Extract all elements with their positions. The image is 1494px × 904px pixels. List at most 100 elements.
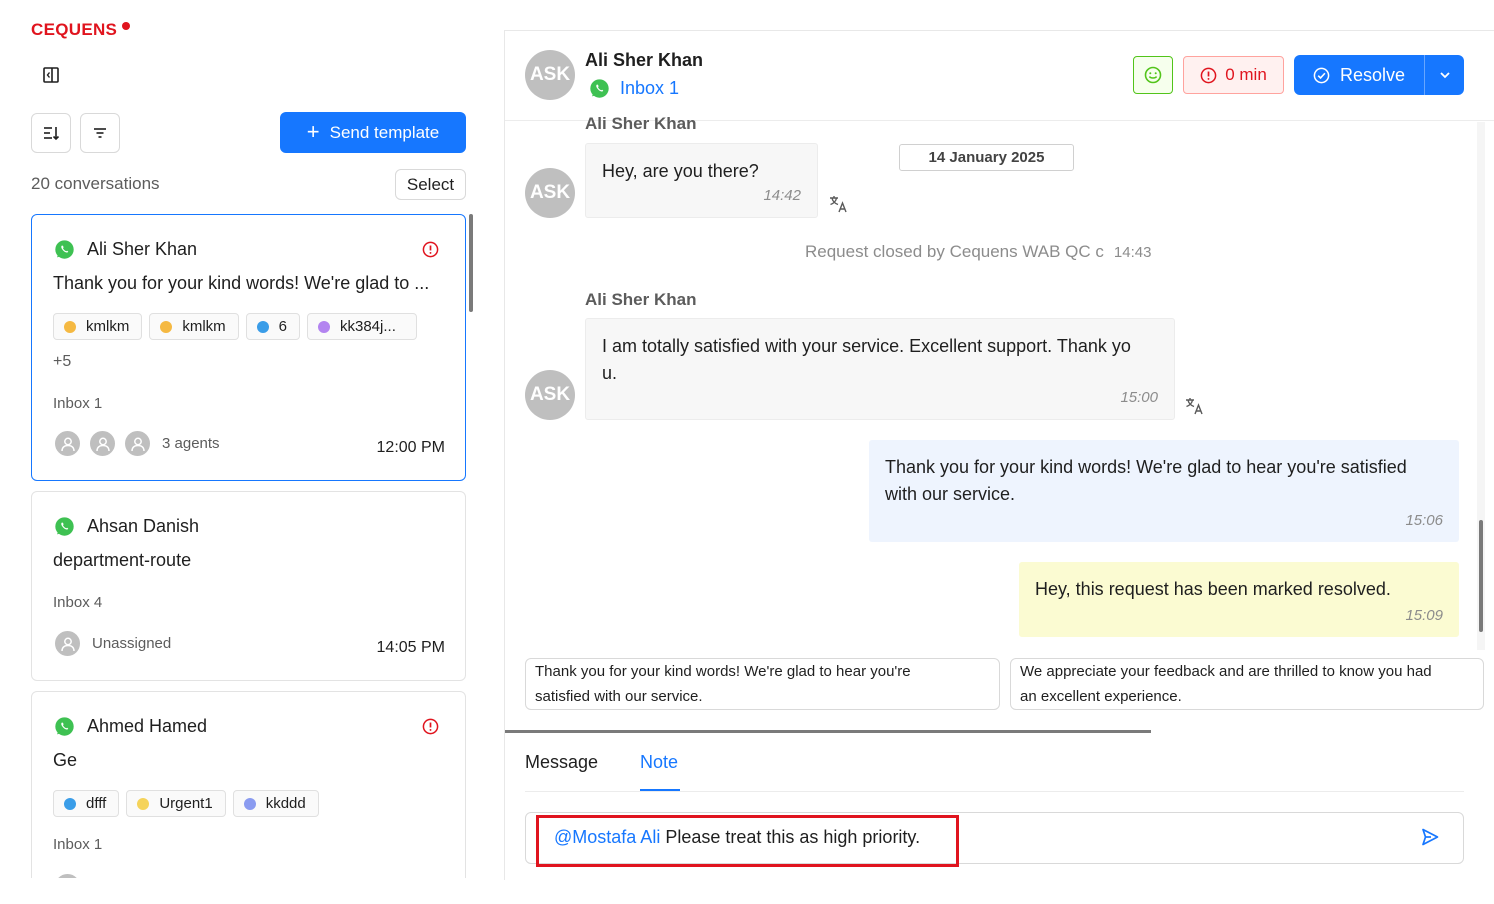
tag-label: Urgent1 [159, 795, 213, 812]
tab-note[interactable]: Note [640, 752, 678, 773]
sla-timer-button[interactable]: 0 min [1183, 56, 1284, 94]
agents-label: 3 agents [162, 435, 220, 452]
message-text: I am totally satisfied with your service… [602, 336, 1131, 383]
sort-button[interactable] [31, 113, 71, 153]
conversation-list: Ali Sher Khan Thank you for your kind wo… [31, 214, 468, 878]
tag-dot [64, 797, 76, 810]
sidebar-toggle-icon[interactable] [42, 66, 60, 84]
sort-icon [44, 127, 60, 141]
user-icon [60, 637, 75, 651]
tag: 6 [245, 313, 300, 340]
tag-label: kmlkm [86, 318, 130, 335]
tag-dot [137, 797, 150, 810]
message-time: 15:09 [1405, 607, 1443, 624]
tab-message[interactable]: Message [525, 752, 598, 773]
smile-icon [1144, 66, 1162, 84]
inbox-label: Inbox 1 [53, 836, 103, 853]
tag-dot [160, 320, 173, 333]
whatsapp-icon [55, 717, 74, 736]
conversation-card[interactable]: Ali Sher Khan Thank you for your kind wo… [31, 214, 466, 481]
suggested-reply[interactable]: We appreciate your feedback and are thri… [1010, 658, 1484, 710]
contact-avatar: ASK [525, 50, 575, 100]
plus-icon: + [306, 118, 320, 144]
note-input[interactable]: @Mostafa Ali Please treat this as high p… [525, 812, 1464, 864]
contact-name: Ali Sher Khan [87, 239, 198, 259]
message-text: Hey, this request has been marked resolv… [1035, 579, 1391, 599]
chat-inbox-label: Inbox 1 [620, 78, 680, 98]
resolve-dropdown-button[interactable] [1425, 55, 1464, 95]
sender-name: Ali Sher Khan [585, 114, 697, 132]
alert-icon [1200, 67, 1217, 83]
check-circle-icon [1313, 67, 1330, 83]
tag: dfff [53, 790, 120, 817]
message-time: 15:06 [1405, 512, 1443, 529]
message-avatar: ASK [525, 168, 575, 218]
message-text: Hey, are you there? [602, 161, 759, 181]
agents-label: Unassigned [92, 635, 172, 652]
tag-label: kmlkm [182, 318, 226, 335]
agent-avatar [53, 429, 82, 458]
user-icon [95, 437, 110, 451]
chat-scrollbar[interactable] [1479, 520, 1483, 632]
send-template-button[interactable]: + Send template [280, 112, 466, 153]
note-input-text: @Mostafa Ali Please treat this as high p… [554, 827, 920, 848]
suggested-reply-text: We appreciate your feedback and are thri… [1020, 663, 1432, 680]
whatsapp-icon [55, 240, 74, 259]
agent-avatar [53, 629, 82, 658]
date-separator: 14 January 2025 [899, 144, 1074, 171]
tag: kmlkm [149, 313, 239, 340]
chat-inbox-link[interactable]: Inbox 1 [589, 78, 679, 99]
tag-label: 6 [278, 318, 287, 335]
satisfaction-button[interactable] [1133, 56, 1173, 94]
message-time: 15:00 [1120, 389, 1158, 406]
tag: kkddd [232, 790, 319, 817]
message-preview: Ge [53, 750, 78, 770]
select-button[interactable]: Select [395, 169, 466, 200]
tag-dot [243, 797, 256, 810]
tag-label: dfff [86, 795, 107, 812]
conversation-card[interactable]: Ahmed Hamed Ge dfff Urgent1 kkddd Inbox … [31, 691, 466, 878]
agent-avatar [88, 429, 117, 458]
suggested-reply-text: Thank you for your kind words! We're gla… [535, 663, 911, 680]
agent-avatar [53, 872, 82, 878]
conversation-count: 20 conversations [31, 174, 160, 193]
brand-logo-dot [122, 22, 130, 30]
suggestions-scrollbar[interactable] [505, 730, 1151, 733]
resolve-button[interactable]: Resolve [1294, 55, 1425, 95]
conversation-card[interactable]: Ahsan Danish department-route Inbox 4 Un… [31, 491, 466, 681]
mention-tag[interactable]: @Mostafa Ali [554, 827, 660, 847]
agents-group: Unassigned [53, 629, 171, 658]
agents-group: 3 agents [53, 429, 220, 458]
message-preview: Thank you for your kind words! We're gla… [53, 273, 430, 293]
tag: kmlkm [53, 313, 143, 340]
conversation-header: Ali Sher Khan [54, 239, 197, 260]
translate-icon[interactable] [828, 193, 850, 215]
suggested-reply[interactable]: Thank you for your kind words! We're gla… [525, 658, 1000, 710]
sla-timer-label: 0 min [1225, 65, 1267, 84]
tag-label: kk384j... [340, 318, 396, 335]
chevron-down-icon [1439, 72, 1450, 79]
conversation-time: 12:00 PM [376, 439, 445, 456]
tabs-divider [525, 791, 1464, 792]
agents-group [53, 872, 88, 878]
system-event: Request closed by Cequens WAB QC c 14:43 [805, 242, 1151, 262]
tag: kk384j... [307, 313, 417, 340]
system-event-text: Request closed by Cequens WAB QC c [805, 242, 1104, 261]
alert-icon [422, 241, 439, 258]
translate-icon[interactable] [1184, 395, 1206, 417]
conversation-list-scrollbar[interactable] [469, 214, 473, 312]
contact-name: Ahmed Hamed [87, 716, 208, 736]
resolve-button-group: Resolve [1294, 55, 1464, 95]
incoming-message: I am totally satisfied with your service… [585, 318, 1175, 420]
tag-list: dfff Urgent1 kkddd [53, 790, 448, 817]
user-icon [60, 437, 75, 451]
tag-dot [64, 320, 76, 333]
contact-name: Ahsan Danish [87, 516, 200, 536]
conversation-header: Ahsan Danish [54, 516, 199, 537]
filter-button[interactable] [80, 113, 120, 153]
send-icon[interactable] [1420, 827, 1440, 847]
more-tags-count[interactable]: +5 [53, 353, 71, 371]
message-time: 14:42 [763, 187, 801, 204]
conversation-header: Ahmed Hamed [54, 716, 207, 737]
outgoing-message: Thank you for your kind words! We're gla… [869, 440, 1459, 542]
